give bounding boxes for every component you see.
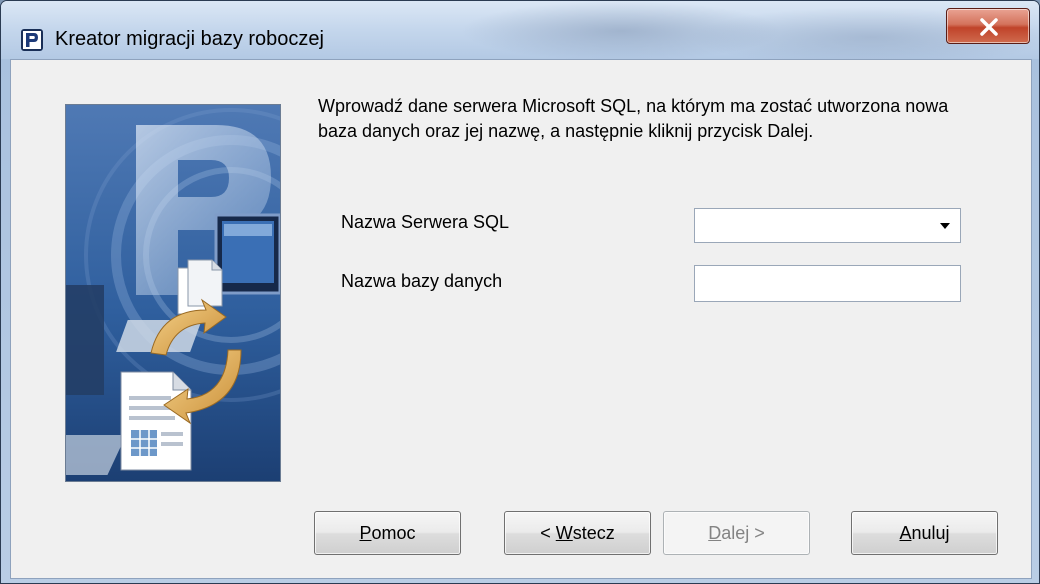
intro-text: Wprowadź dane serwera Microsoft SQL, na … — [318, 96, 949, 141]
close-button[interactable] — [946, 8, 1030, 44]
help-button-accel: P — [359, 522, 372, 543]
back-button-accel: W — [555, 522, 573, 543]
app-logo-icon — [21, 29, 43, 51]
cancel-button-accel: A — [899, 522, 912, 543]
back-button[interactable]: < Wstecz — [504, 511, 651, 555]
next-button-accel: D — [708, 522, 722, 543]
server-name-combobox[interactable] — [694, 208, 961, 243]
title-bar[interactable]: Kreator migracji bazy roboczej — [1, 1, 1039, 59]
wizard-illustration — [65, 104, 281, 482]
help-button[interactable]: Pomoc — [314, 511, 461, 555]
database-name-label: Nazwa bazy danych — [341, 271, 503, 291]
back-button-label: stecz — [572, 522, 615, 543]
server-name-label: Nazwa Serwera SQL — [341, 212, 510, 232]
window-title: Kreator migracji bazy roboczej — [55, 28, 324, 50]
help-button-label: omoc — [371, 522, 416, 543]
chevron-down-icon — [940, 223, 950, 229]
next-button[interactable]: Dalej > — [663, 511, 810, 555]
next-button-label: alej > — [721, 522, 765, 543]
close-icon — [980, 18, 998, 36]
back-button-prefix: < — [540, 522, 556, 543]
database-name-field[interactable] — [694, 265, 961, 302]
wizard-content: Wprowadź dane serwera Microsoft SQL, na … — [10, 59, 1032, 579]
cancel-button[interactable]: Anuluj — [851, 511, 998, 555]
server-dropdown-button[interactable] — [931, 210, 959, 241]
wizard-window: Kreator migracji bazy roboczej Wprowadź … — [0, 0, 1040, 584]
cancel-button-label: nuluj — [911, 522, 950, 543]
